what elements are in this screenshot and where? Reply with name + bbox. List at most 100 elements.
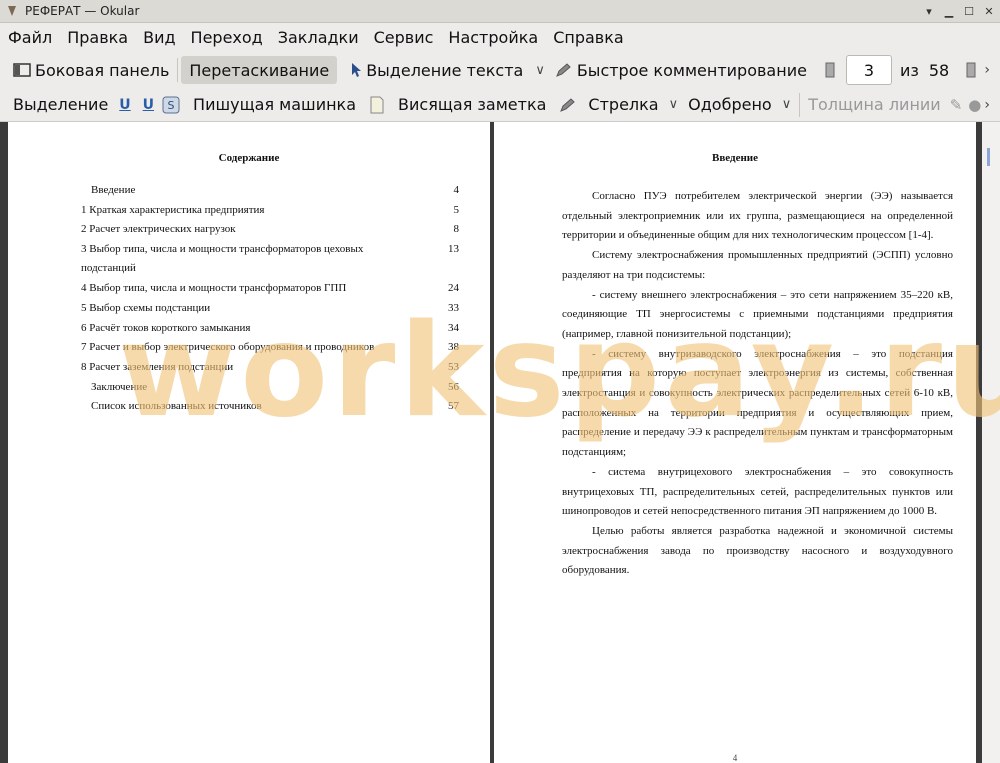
typewriter-button[interactable]: Пишущая машинка (188, 91, 361, 119)
toc-page: 13 (448, 243, 459, 255)
toc-entry[interactable]: Введение 4 (81, 181, 459, 200)
page-total: 58 (928, 60, 950, 80)
menubar: Файл Правка Вид Переход Закладки Сервис … (0, 23, 1000, 52)
toc-entry[interactable]: 6 Расчёт токов короткого замыкания 34 (81, 319, 459, 338)
highlight-label: Выделение (13, 95, 109, 114)
typewriter-label: Пишущая машинка (193, 95, 357, 114)
stamp-label: Одобрено (688, 95, 772, 114)
sticky-note-icon (370, 96, 384, 113)
toc-entry[interactable]: Список использованных источников 57 (81, 397, 459, 416)
svg-text:S: S (168, 99, 175, 112)
next-page-icon[interactable] (965, 61, 977, 79)
chevron-down-icon[interactable]: ∨ (535, 63, 545, 78)
toc-page: 56 (448, 381, 459, 393)
paragraph: Целью работы является разработка надежно… (562, 524, 953, 577)
squiggle-underline-icon[interactable]: U (137, 97, 160, 113)
close-icon[interactable]: ✕ (980, 2, 998, 20)
toc-entry[interactable]: Заключение 56 (81, 378, 459, 397)
sticky-note-label: Висящая заметка (398, 95, 547, 114)
quick-comment-label: Быстрое комментирование (576, 60, 807, 80)
line-width-button[interactable]: Толщина линии (803, 91, 946, 119)
menu-tools[interactable]: Сервис (366, 28, 441, 47)
toc-entry[interactable]: 4 Выбор типа, числа и мощности трансформ… (81, 279, 459, 298)
menu-help[interactable]: Справка (545, 28, 631, 47)
toolbar-separator (177, 58, 179, 82)
page-number-input[interactable]: 3 (845, 55, 892, 85)
window-title: РЕФЕРАТ — Okular (25, 4, 140, 18)
line-width-label: Толщина линии (808, 95, 941, 114)
minimize-window-icon[interactable]: ▁ (940, 2, 958, 20)
toolbar-separator (799, 92, 801, 117)
menu-go[interactable]: Переход (183, 28, 270, 47)
paragraph: - систему внутризаводского электроснабже… (562, 347, 953, 459)
annotation-toolbar: Выделение U U S Пишущая машинка Висящая … (0, 88, 1000, 122)
maximize-icon[interactable]: ☐ (960, 2, 978, 20)
menu-bookmarks[interactable]: Закладки (270, 28, 366, 47)
previous-page-icon[interactable] (824, 61, 836, 79)
drag-mode-button[interactable]: Перетаскивание (181, 56, 338, 84)
toc-label: 6 Расчёт токов короткого замыкания (81, 322, 251, 334)
drag-mode-label: Перетаскивание (189, 60, 330, 80)
menu-view[interactable]: Вид (135, 28, 182, 47)
menu-file[interactable]: Файл (0, 28, 59, 47)
toc-entry[interactable]: 1 Краткая характеристика предприятия 5 (81, 201, 459, 220)
toc-entry[interactable]: 3 Выбор типа, числа и мощности трансформ… (81, 240, 459, 278)
sticky-note-button[interactable]: Висящая заметка (393, 91, 551, 119)
cursor-arrow-icon (352, 63, 362, 77)
toc-page: 38 (448, 341, 459, 353)
highlight-button[interactable]: Выделение (8, 91, 113, 119)
toc-label: 3 Выбор типа, числа и мощности трансформ… (81, 243, 364, 274)
toc-page: 34 (448, 322, 459, 334)
toc-label: 2 Расчет электрических нагрузок (81, 223, 236, 235)
page-title: Содержание (218, 152, 280, 164)
sidebar-button[interactable]: Боковая панель (8, 56, 174, 84)
toc-label: Список использованных источников (91, 400, 262, 412)
document-page-contents: Содержание Введение 4 1 Краткая характери… (8, 122, 490, 763)
toolbar-overflow-icon[interactable]: › (984, 62, 990, 78)
page-of-label: из (899, 60, 919, 80)
toc-entry[interactable]: 5 Выбор схемы подстанции 33 (81, 299, 459, 318)
toc-page: 24 (448, 282, 459, 294)
paragraph: Согласно ПУЭ потребителем электрической … (562, 190, 953, 242)
quick-comment-button[interactable]: Быстрое комментирование (550, 56, 812, 84)
toc-page: 8 (453, 223, 460, 235)
paragraph: Систему электроснабжения промышленных пр… (562, 249, 953, 281)
menu-edit[interactable]: Правка (59, 28, 135, 47)
toc-page: 33 (448, 302, 459, 314)
vertical-scrollbar[interactable] (982, 122, 1000, 763)
arrow-button[interactable]: Стрелка ∨ (583, 91, 683, 119)
text-select-button[interactable]: Выделение текста ∨ (345, 56, 550, 84)
chevron-down-icon[interactable]: ∨ (782, 97, 792, 112)
underline-icon[interactable]: U (113, 97, 136, 113)
window-titlebar: РЕФЕРАТ — Okular ▾ ▁ ☐ ✕ (0, 0, 1000, 23)
color-icon[interactable]: ● (968, 96, 981, 114)
text-select-label: Выделение текста (366, 60, 524, 80)
toc-entry[interactable]: 7 Расчет и выбор электрического оборудов… (81, 338, 459, 357)
scrollbar-thumb[interactable] (987, 148, 990, 166)
page-title: Введение (711, 152, 759, 164)
color-fill-icon[interactable]: ✎ (950, 96, 963, 114)
stamp-button[interactable]: Одобрено ∨ (683, 91, 796, 119)
strikeout-icon[interactable]: S (162, 96, 180, 114)
main-toolbar: Боковая панель Перетаскивание Выделение … (0, 52, 1000, 88)
toc-page: 5 (453, 204, 460, 216)
minimize-icon[interactable]: ▾ (920, 2, 938, 20)
paragraph: - систему внешнего электроснабжения – эт… (562, 288, 953, 340)
toc-label: 5 Выбор схемы подстанции (81, 302, 211, 314)
toc-label: Заключение (91, 381, 148, 393)
menu-settings[interactable]: Настройка (440, 28, 545, 47)
document-viewer[interactable]: Содержание Введение 4 1 Краткая характери… (0, 122, 1000, 763)
chevron-down-icon[interactable]: ∨ (669, 97, 679, 112)
toc-entry[interactable]: 2 Расчет электрических нагрузок 8 (81, 220, 459, 239)
toc-label: 4 Выбор типа, числа и мощности трансформ… (81, 282, 347, 294)
pencil-icon (555, 63, 571, 77)
toc-entry[interactable]: 8 Расчет заземления подстанции 53 (81, 358, 459, 377)
arrow-label: Стрелка (588, 95, 659, 114)
toc-page: 57 (448, 400, 459, 412)
toolbar-overflow-icon[interactable]: › (984, 97, 990, 113)
toc-label: Введение (91, 184, 136, 196)
sidebar-button-label: Боковая панель (35, 60, 170, 80)
paragraph: - система внутрицехового электроснабжени… (562, 465, 953, 518)
intro-body: Согласно ПУЭ потребителем электрической … (562, 187, 953, 581)
toc-label: 8 Расчет заземления подстанции (81, 361, 234, 373)
